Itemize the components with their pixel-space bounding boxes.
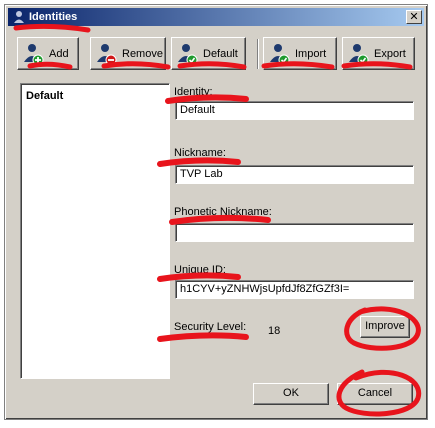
phonetic-nickname-field[interactable] [175,223,414,242]
close-icon: ✕ [409,11,419,23]
default-button[interactable]: Default [171,37,246,70]
export-button[interactable]: Export [342,37,415,70]
identity-list[interactable]: Default [20,83,170,379]
identities-dialog: Identities ✕ Add Remove Default Import E… [4,4,428,420]
add-label: Add [49,47,69,60]
unique-id-label: Unique ID: [174,264,226,276]
add-button[interactable]: Add [17,37,79,70]
remove-label: Remove [122,47,163,60]
security-level-label: Security Level: [174,321,247,333]
import-label: Import [295,47,327,60]
user-remove-icon [97,43,117,65]
phonetic-nickname-label: Phonetic Nickname: [174,206,272,218]
nickname-label: Nickname: [174,147,226,159]
identity-field[interactable]: Default [175,101,414,120]
user-export-icon [349,43,369,65]
cancel-button[interactable]: Cancel [337,383,413,405]
user-add-icon [24,43,44,65]
user-import-icon [270,43,290,65]
improve-button[interactable]: Improve [360,316,410,338]
identities-icon [14,11,24,23]
title-bar[interactable]: Identities ✕ [8,8,424,26]
ok-button[interactable]: OK [253,383,329,405]
export-label: Export [374,47,406,60]
close-button[interactable]: ✕ [406,10,422,24]
remove-button[interactable]: Remove [90,37,166,70]
identity-label: Identity: [174,86,213,98]
window-title: Identities [29,11,78,23]
list-item[interactable]: Default [26,90,63,102]
security-level-value: 18 [268,325,281,337]
default-label: Default [203,47,238,60]
user-check-icon [178,43,198,65]
toolbar-separator [257,39,259,69]
nickname-field[interactable]: TVP Lab [175,165,414,184]
unique-id-field[interactable]: h1CYV+yZNHWjsUpfdJf8ZfGZf3I= [175,280,414,299]
import-button[interactable]: Import [263,37,337,70]
